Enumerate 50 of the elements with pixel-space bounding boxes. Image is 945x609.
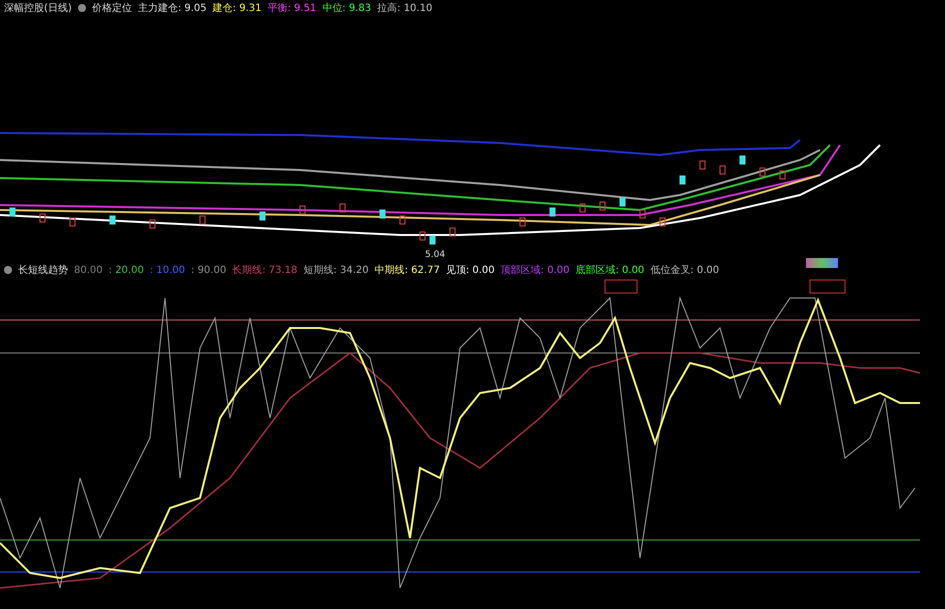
- candlestick: [600, 202, 606, 210]
- indicator-reading: 长期线: 73.18: [232, 264, 298, 277]
- indicator-reading: 平衡: 9.51: [267, 2, 316, 15]
- candlestick: [110, 216, 116, 224]
- indicator-name: 长短线趋势: [18, 264, 68, 277]
- indicator-reading: 低位金叉: 0.00: [650, 264, 720, 277]
- indicator-reading: 短期线: 34.20: [303, 264, 369, 277]
- candlestick: [40, 214, 46, 222]
- candlestick: [380, 210, 386, 218]
- candlestick: [300, 206, 306, 214]
- indicator-reading: 顶部区域: 0.00: [500, 264, 570, 277]
- parameter-value: : 20.00: [108, 264, 144, 276]
- indicator-name: 价格定位: [92, 2, 132, 15]
- chart-title: 深幅控股(日线): [4, 2, 72, 15]
- indicator-icon[interactable]: [4, 266, 12, 274]
- candlestick: [260, 212, 266, 220]
- candlestick: [760, 168, 766, 176]
- indicator-icon[interactable]: [78, 4, 86, 12]
- candlestick: [400, 216, 406, 224]
- indicator-reading: 见顶: 0.00: [446, 264, 495, 277]
- parameter-value: : 10.00: [150, 264, 186, 276]
- candlestick: [580, 204, 586, 212]
- peak-marker: [810, 280, 846, 294]
- candlestick: [660, 218, 666, 226]
- candlestick: [780, 170, 786, 180]
- candlestick: [620, 198, 626, 206]
- candlestick: [700, 160, 706, 170]
- parameter-value: 80.00: [74, 264, 103, 276]
- candlestick: [740, 156, 746, 164]
- candlestick: [550, 208, 556, 216]
- indicator-reading: 主力建仓: 9.05: [138, 2, 207, 15]
- signal-badge: [806, 258, 838, 268]
- candlestick: [520, 218, 526, 226]
- indicator-reading: 拉高: 10.10: [377, 2, 432, 15]
- candlestick: [150, 220, 156, 228]
- indicator-reading: 建仓: 9.31: [212, 2, 262, 15]
- parameter-value: : 90.00: [191, 264, 226, 276]
- candlestick: [680, 176, 686, 184]
- candlestick: [720, 166, 726, 174]
- candlestick: [10, 208, 16, 216]
- indicator-reading: 底部区域: 0.00: [575, 264, 644, 277]
- indicator-reading: 中期线: 62.77: [374, 264, 440, 277]
- candlestick: [450, 228, 456, 236]
- indicator-reading: 中位: 9.83: [322, 2, 372, 15]
- peak-marker: [604, 280, 638, 294]
- price-label: 5.04: [425, 250, 446, 260]
- candlestick: [200, 216, 206, 224]
- candlestick: [340, 204, 346, 212]
- candlestick: [70, 218, 76, 226]
- candlestick: [640, 210, 646, 218]
